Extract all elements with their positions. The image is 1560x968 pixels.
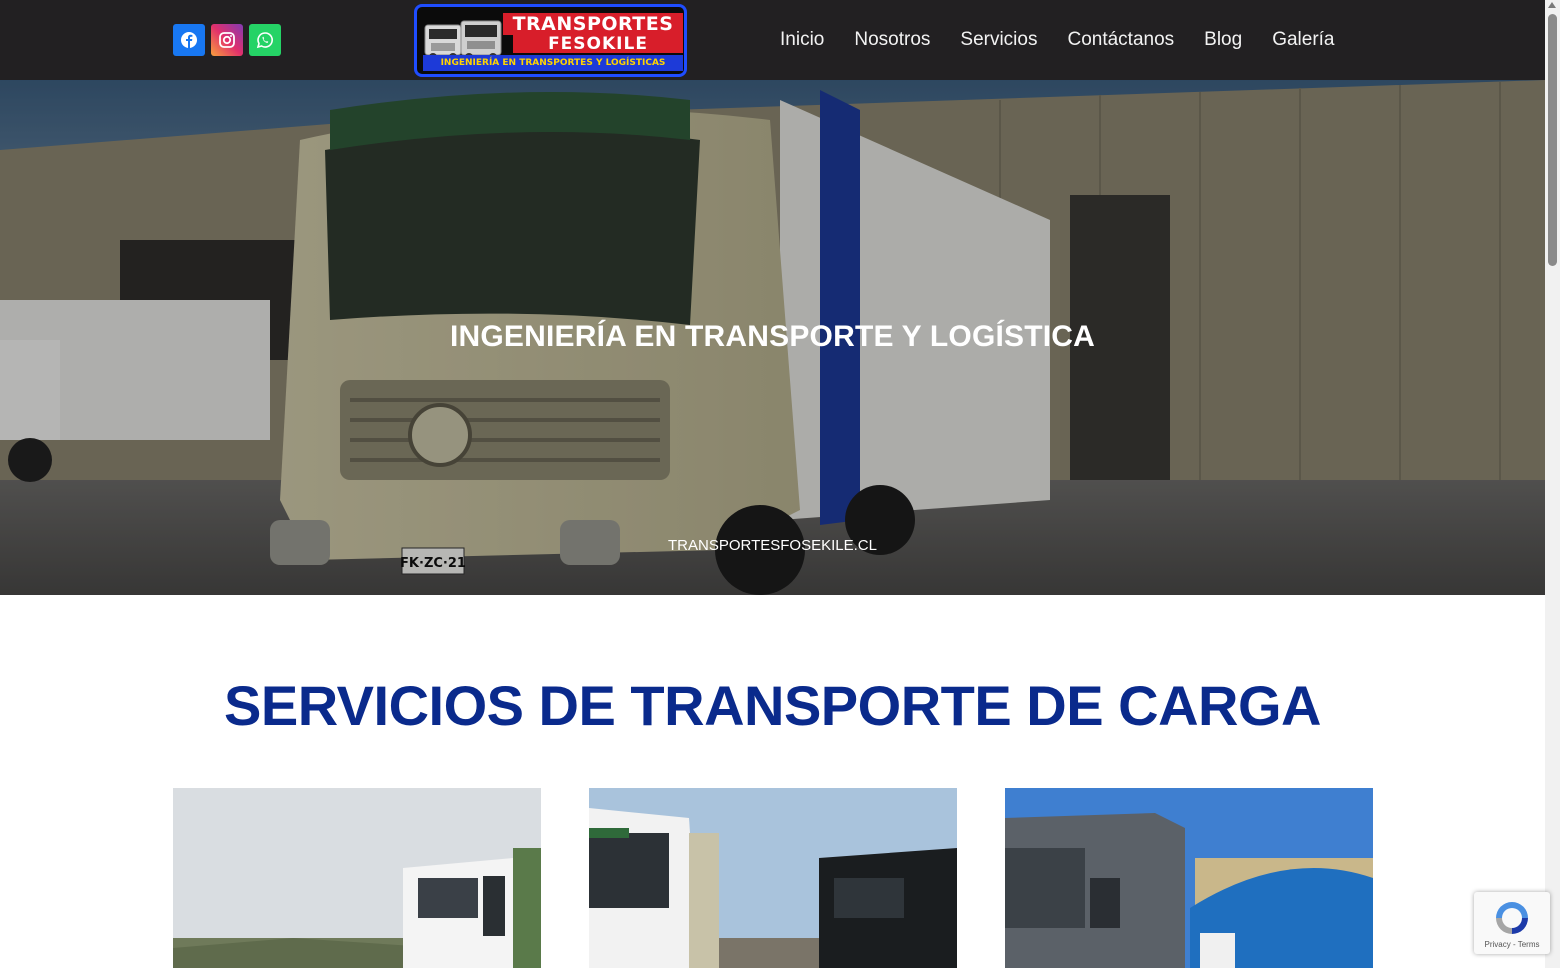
site-logo[interactable]: TRANSPORTES FESOKILE INGENIERÍA EN TRANS… (414, 4, 687, 77)
social-links (173, 24, 281, 56)
recaptcha-icon (1496, 902, 1528, 934)
whatsapp-link[interactable] (249, 24, 281, 56)
site-header: TRANSPORTES FESOKILE INGENIERÍA EN TRANS… (0, 0, 1545, 80)
nav-item-nosotros[interactable]: Nosotros (854, 27, 930, 53)
whatsapp-icon (256, 32, 273, 49)
service-card-3-image (1005, 788, 1373, 968)
service-card-2-image (589, 788, 957, 968)
service-card-1[interactable] (173, 788, 541, 968)
hero-banner: FK·ZC·21 INGENIERÍA EN TRANSPORTE Y LOGÍ… (0, 80, 1545, 595)
nav-item-contactanos[interactable]: Contáctanos (1067, 27, 1174, 53)
scrollbar-thumb[interactable] (1548, 14, 1557, 266)
nav-item-blog[interactable]: Blog (1204, 27, 1242, 53)
nav-item-inicio[interactable]: Inicio (780, 27, 824, 53)
facebook-icon (181, 32, 197, 48)
logo-line-1: TRANSPORTES (503, 13, 683, 35)
nav-item-servicios[interactable]: Servicios (960, 27, 1037, 53)
facebook-link[interactable] (173, 24, 205, 56)
services-heading-light: SERVICIOS DE (224, 674, 631, 737)
services-heading-bold: TRANSPORTE DE CARGA (630, 674, 1321, 737)
main-nav: Inicio Nosotros Servicios Contáctanos Bl… (780, 27, 1335, 53)
service-card-1-image (173, 788, 541, 968)
hero-title: INGENIERÍA EN TRANSPORTE Y LOGÍSTICA (449, 320, 1096, 353)
scroll-up-arrow-icon[interactable] (1548, 2, 1556, 8)
service-card-2[interactable] (589, 788, 957, 968)
services-heading: SERVICIOS DE TRANSPORTE DE CARGA (0, 676, 1545, 736)
service-card-3[interactable] (1005, 788, 1373, 968)
instagram-icon (219, 32, 235, 48)
nav-item-galeria[interactable]: Galería (1272, 27, 1334, 53)
instagram-link[interactable] (211, 24, 243, 56)
hero-subtitle: TRANSPORTESFOSEKILE.CL (668, 537, 877, 554)
logo-tagline: INGENIERÍA EN TRANSPORTES Y LOGÍSTICAS (423, 55, 683, 71)
page-scrollbar[interactable] (1545, 0, 1560, 968)
logo-line-2: FESOKILE (513, 35, 683, 53)
recaptcha-links[interactable]: Privacy - Terms (1474, 940, 1550, 949)
recaptcha-badge[interactable]: Privacy - Terms (1474, 892, 1550, 954)
